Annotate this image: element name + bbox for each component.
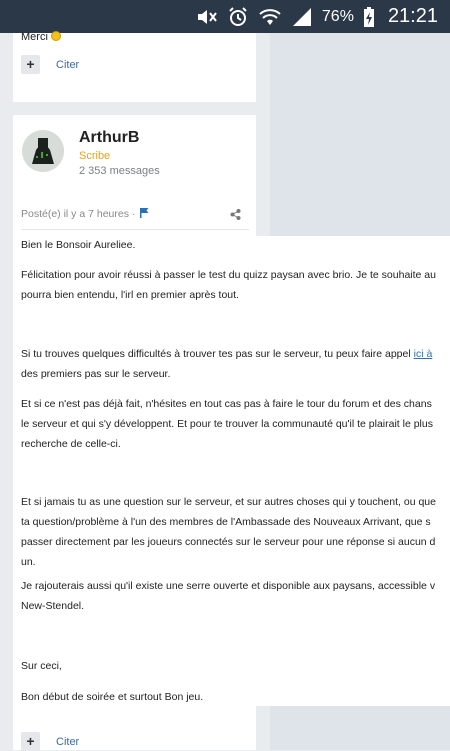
wifi-icon [258,7,282,27]
avatar[interactable] [22,130,64,172]
post-paragraph: Si tu trouves quelques difficultés à tro… [21,348,433,380]
author-message-count: 2 353 messages [79,165,160,177]
post-paragraph: Et si ce n'est pas déjà fait, n'hésites … [21,398,433,450]
author-rank: Scribe [79,150,111,162]
post-content [13,236,450,706]
quote-link[interactable]: Citer [56,736,79,748]
battery-charging-icon [363,6,375,28]
post-paragraph: Félicitation pour avoir réussi à passer … [21,269,436,301]
sidebar-column-bottom [270,706,450,750]
sidebar-column [270,33,450,236]
clock: 21:21 [387,5,438,27]
multiquote-button[interactable]: + [21,732,40,751]
post-paragraph: Et si jamais tu as une question sur le s… [21,496,436,568]
battery-percent: 76% [321,7,354,25]
post-paragraph: Bien le Bonsoir Aureliee. [21,239,136,251]
alarm-icon [227,6,249,28]
post-date: Posté(e) il y a 7 heures · [21,207,150,221]
help-link[interactable]: ici à [414,348,433,360]
post-paragraph: Sur ceci, [21,660,62,672]
mute-icon [196,7,218,27]
author-name[interactable]: ArthurB [79,129,139,147]
post-paragraph: Bon début de soirée et surtout Bon jeu. [21,691,204,703]
post-date-text: Posté(e) il y a 7 heures · [21,208,136,220]
divider [21,229,249,230]
status-bar: 76% 21:21 [0,0,450,33]
signal-icon [291,7,313,27]
previous-post-text: Merci [21,31,61,43]
share-icon[interactable] [230,207,241,225]
post-paragraph: Je rajouterais aussi qu'il existe une se… [21,580,436,612]
previous-post-card [13,33,256,102]
quote-link[interactable]: Citer [56,59,79,71]
multiquote-button[interactable]: + [21,55,40,74]
smiley-icon [50,31,61,41]
flag-icon[interactable] [139,207,150,221]
